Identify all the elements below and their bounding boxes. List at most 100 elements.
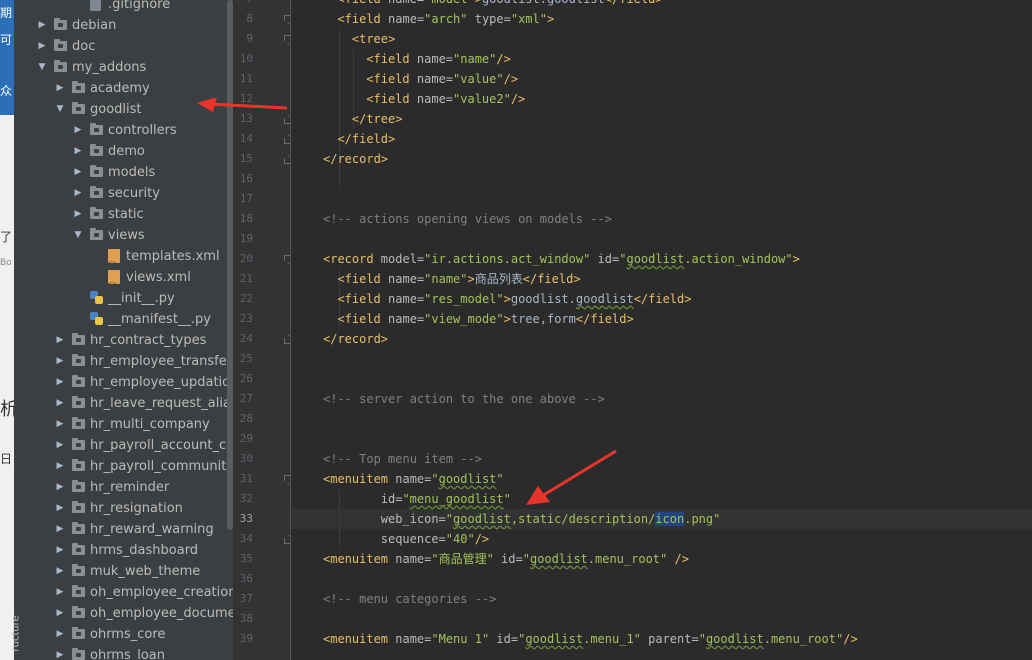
background-window-strip: 期 可 众 了 Bo 析 日 [0, 0, 14, 660]
tree-item-label: controllers [108, 123, 177, 138]
code-token: "name" [424, 272, 468, 286]
code-token: goodlist [626, 252, 685, 266]
project-tree-item[interactable]: ▶ ohrms_core [26, 624, 233, 645]
code-token: <field [366, 52, 417, 66]
code-token: name= [388, 312, 425, 326]
project-tree-item[interactable]: ▼ views [26, 225, 233, 246]
project-tree-item[interactable]: ▶ hr_leave_request_aliasing [26, 393, 233, 414]
code-line: <!-- actions opening views on models --> [323, 209, 612, 229]
expand-arrow-icon[interactable]: ▼ [72, 225, 84, 246]
folder-icon [72, 564, 85, 576]
project-tree-item[interactable]: ▶ hr_multi_company [26, 414, 233, 435]
project-tree-item[interactable]: ▶ hr_reminder [26, 477, 233, 498]
code-line: web_icon="goodlist,static/description/ic… [381, 509, 720, 529]
tree-item-label: __manifest__.py [108, 312, 212, 327]
collapse-arrow-icon[interactable]: ▶ [72, 183, 84, 204]
tree-item-label: debian [72, 18, 117, 33]
collapse-arrow-icon[interactable]: ▶ [54, 519, 66, 540]
project-tree-item[interactable]: ▼ my_addons [26, 57, 233, 78]
collapse-arrow-icon[interactable]: ▶ [54, 540, 66, 561]
collapse-arrow-icon[interactable]: ▶ [54, 330, 66, 351]
project-tree-item[interactable]: ▶ hrms_dashboard [26, 540, 233, 561]
project-tree-item[interactable]: ▶ hr_reward_warning [26, 519, 233, 540]
line-number: 37 [239, 592, 253, 605]
collapse-arrow-icon[interactable]: ▶ [72, 141, 84, 162]
project-tree-item[interactable]: ▶ academy [26, 78, 233, 99]
code-token: </field> [575, 312, 634, 326]
project-tree-item[interactable]: ▶ hr_contract_types [26, 330, 233, 351]
line-number: 26 [239, 372, 253, 385]
code-token: " [503, 492, 511, 506]
code-token: goodlist [453, 512, 511, 526]
folder-icon [72, 417, 85, 429]
collapse-arrow-icon[interactable]: ▶ [54, 561, 66, 582]
project-tree-item[interactable]: ▶ security [26, 183, 233, 204]
collapse-arrow-icon[interactable]: ▶ [54, 351, 66, 372]
collapse-arrow-icon[interactable]: ▶ [72, 162, 84, 183]
project-tree-item[interactable]: ▶ hr_payroll_community [26, 456, 233, 477]
project-tree-item[interactable]: .gitignore [26, 0, 233, 15]
line-number: 33 [239, 512, 253, 525]
code-line: <menuitem name="商品管理" id="goodlist.menu_… [323, 549, 689, 569]
code-token: menu_goodlist [409, 492, 504, 506]
project-tree-item[interactable]: ▶ muk_web_theme [26, 561, 233, 582]
expand-arrow-icon[interactable]: ▼ [36, 57, 48, 78]
python-file-icon [90, 312, 104, 326]
code-token: goodlist.goodlist [482, 0, 605, 6]
collapse-arrow-icon[interactable]: ▶ [72, 120, 84, 141]
code-token: name= [388, 292, 425, 306]
collapse-arrow-icon[interactable]: ▶ [36, 15, 48, 36]
line-number: 22 [239, 292, 253, 305]
code-token: id= [590, 252, 620, 266]
code-token: > [503, 292, 511, 306]
code-token: .menu_1" [583, 632, 641, 646]
expand-arrow-icon[interactable]: ▼ [54, 99, 66, 120]
tree-item-label: hr_resignation [90, 501, 183, 516]
tree-item-label: hrms_dashboard [90, 543, 199, 558]
project-tree-item[interactable]: views.xml [26, 267, 233, 295]
collapse-arrow-icon[interactable]: ▶ [54, 603, 66, 624]
python-file-icon [90, 291, 104, 305]
collapse-arrow-icon[interactable]: ▶ [54, 414, 66, 435]
code-editor[interactable]: <field name="model">goodlist.goodlist</f… [291, 0, 1032, 660]
folder-icon [72, 480, 85, 492]
collapse-arrow-icon[interactable]: ▶ [36, 36, 48, 57]
code-line: </record> [323, 329, 388, 349]
collapse-arrow-icon[interactable]: ▶ [54, 372, 66, 393]
structure-tool-tab[interactable]: ructure [11, 610, 26, 660]
collapse-arrow-icon[interactable]: ▶ [54, 393, 66, 414]
code-token: .menu_root" [587, 552, 668, 566]
project-tree-item[interactable]: __init__.py [26, 288, 233, 309]
project-tree-item[interactable]: ▶ models [26, 162, 233, 183]
project-tree-item[interactable]: ▶ debian [26, 15, 233, 36]
collapse-arrow-icon[interactable]: ▶ [54, 624, 66, 645]
project-tree-item[interactable]: ▶ ohrms_loan [26, 645, 233, 660]
collapse-arrow-icon[interactable]: ▶ [54, 456, 66, 477]
collapse-arrow-icon[interactable]: ▶ [54, 78, 66, 99]
background-text-fragment: 日 [0, 452, 13, 466]
project-tree-item[interactable]: ▶ hr_employee_updation [26, 372, 233, 393]
project-tree-item[interactable]: ▶ hr_payroll_account_community [26, 435, 233, 456]
collapse-arrow-icon[interactable]: ▶ [54, 645, 66, 660]
line-number: 18 [239, 212, 253, 225]
project-tree-item[interactable]: ▶ demo [26, 141, 233, 162]
code-line: <field name="name"/> [366, 49, 511, 69]
project-tree-item[interactable]: __manifest__.py [26, 309, 233, 330]
line-number: 17 [239, 192, 253, 205]
folder-icon [90, 228, 103, 240]
collapse-arrow-icon[interactable]: ▶ [72, 204, 84, 225]
code-token: <menuitem [323, 552, 396, 566]
project-tree-item[interactable]: ▶ doc [26, 36, 233, 57]
project-tree-item[interactable]: ▶ oh_employee_documents_expiry [26, 603, 233, 624]
project-tree-item[interactable]: ▶ controllers [26, 120, 233, 141]
line-number: 21 [239, 272, 253, 285]
collapse-arrow-icon[interactable]: ▶ [54, 498, 66, 519]
project-tree-item[interactable]: ▶ hr_employee_transfer [26, 351, 233, 372]
project-tree-item[interactable]: ▶ oh_employee_creation_from_user [26, 582, 233, 603]
collapse-arrow-icon[interactable]: ▶ [54, 477, 66, 498]
project-tree-item[interactable]: ▶ hr_resignation [26, 498, 233, 519]
collapse-arrow-icon[interactable]: ▶ [54, 435, 66, 456]
project-tree-item[interactable]: templates.xml [26, 246, 233, 274]
project-tree-item[interactable]: ▶ static [26, 204, 233, 225]
collapse-arrow-icon[interactable]: ▶ [54, 582, 66, 603]
